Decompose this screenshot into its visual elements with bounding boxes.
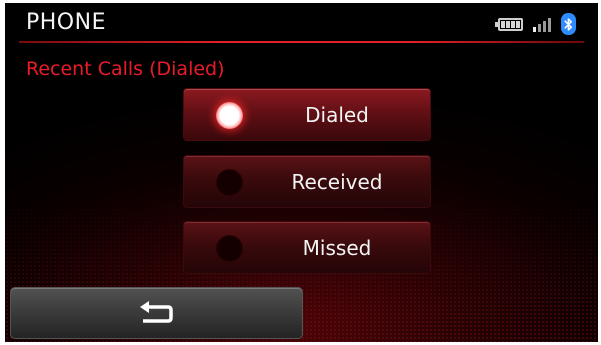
bluetooth-icon [561, 13, 576, 35]
radio-dialed[interactable] [216, 102, 243, 129]
phone-screen: PHONE Recent Calls (Dialed) Dialed Recei… [5, 3, 598, 342]
header-divider [19, 41, 584, 43]
status-bar [495, 11, 576, 37]
radio-received[interactable] [216, 169, 243, 196]
option-missed[interactable]: Missed [183, 221, 431, 274]
battery-icon [495, 17, 523, 31]
option-received-label: Received [291, 170, 383, 194]
back-button[interactable] [10, 287, 303, 339]
option-received[interactable]: Received [183, 155, 431, 208]
option-dialed-label: Dialed [305, 103, 369, 127]
back-arrow-icon [139, 301, 173, 323]
signal-icon [533, 17, 551, 32]
section-title: Recent Calls (Dialed) [26, 58, 225, 80]
radio-missed[interactable] [216, 235, 243, 262]
option-dialed[interactable]: Dialed [183, 88, 431, 141]
option-missed-label: Missed [302, 236, 372, 260]
page-title: PHONE [26, 10, 106, 35]
